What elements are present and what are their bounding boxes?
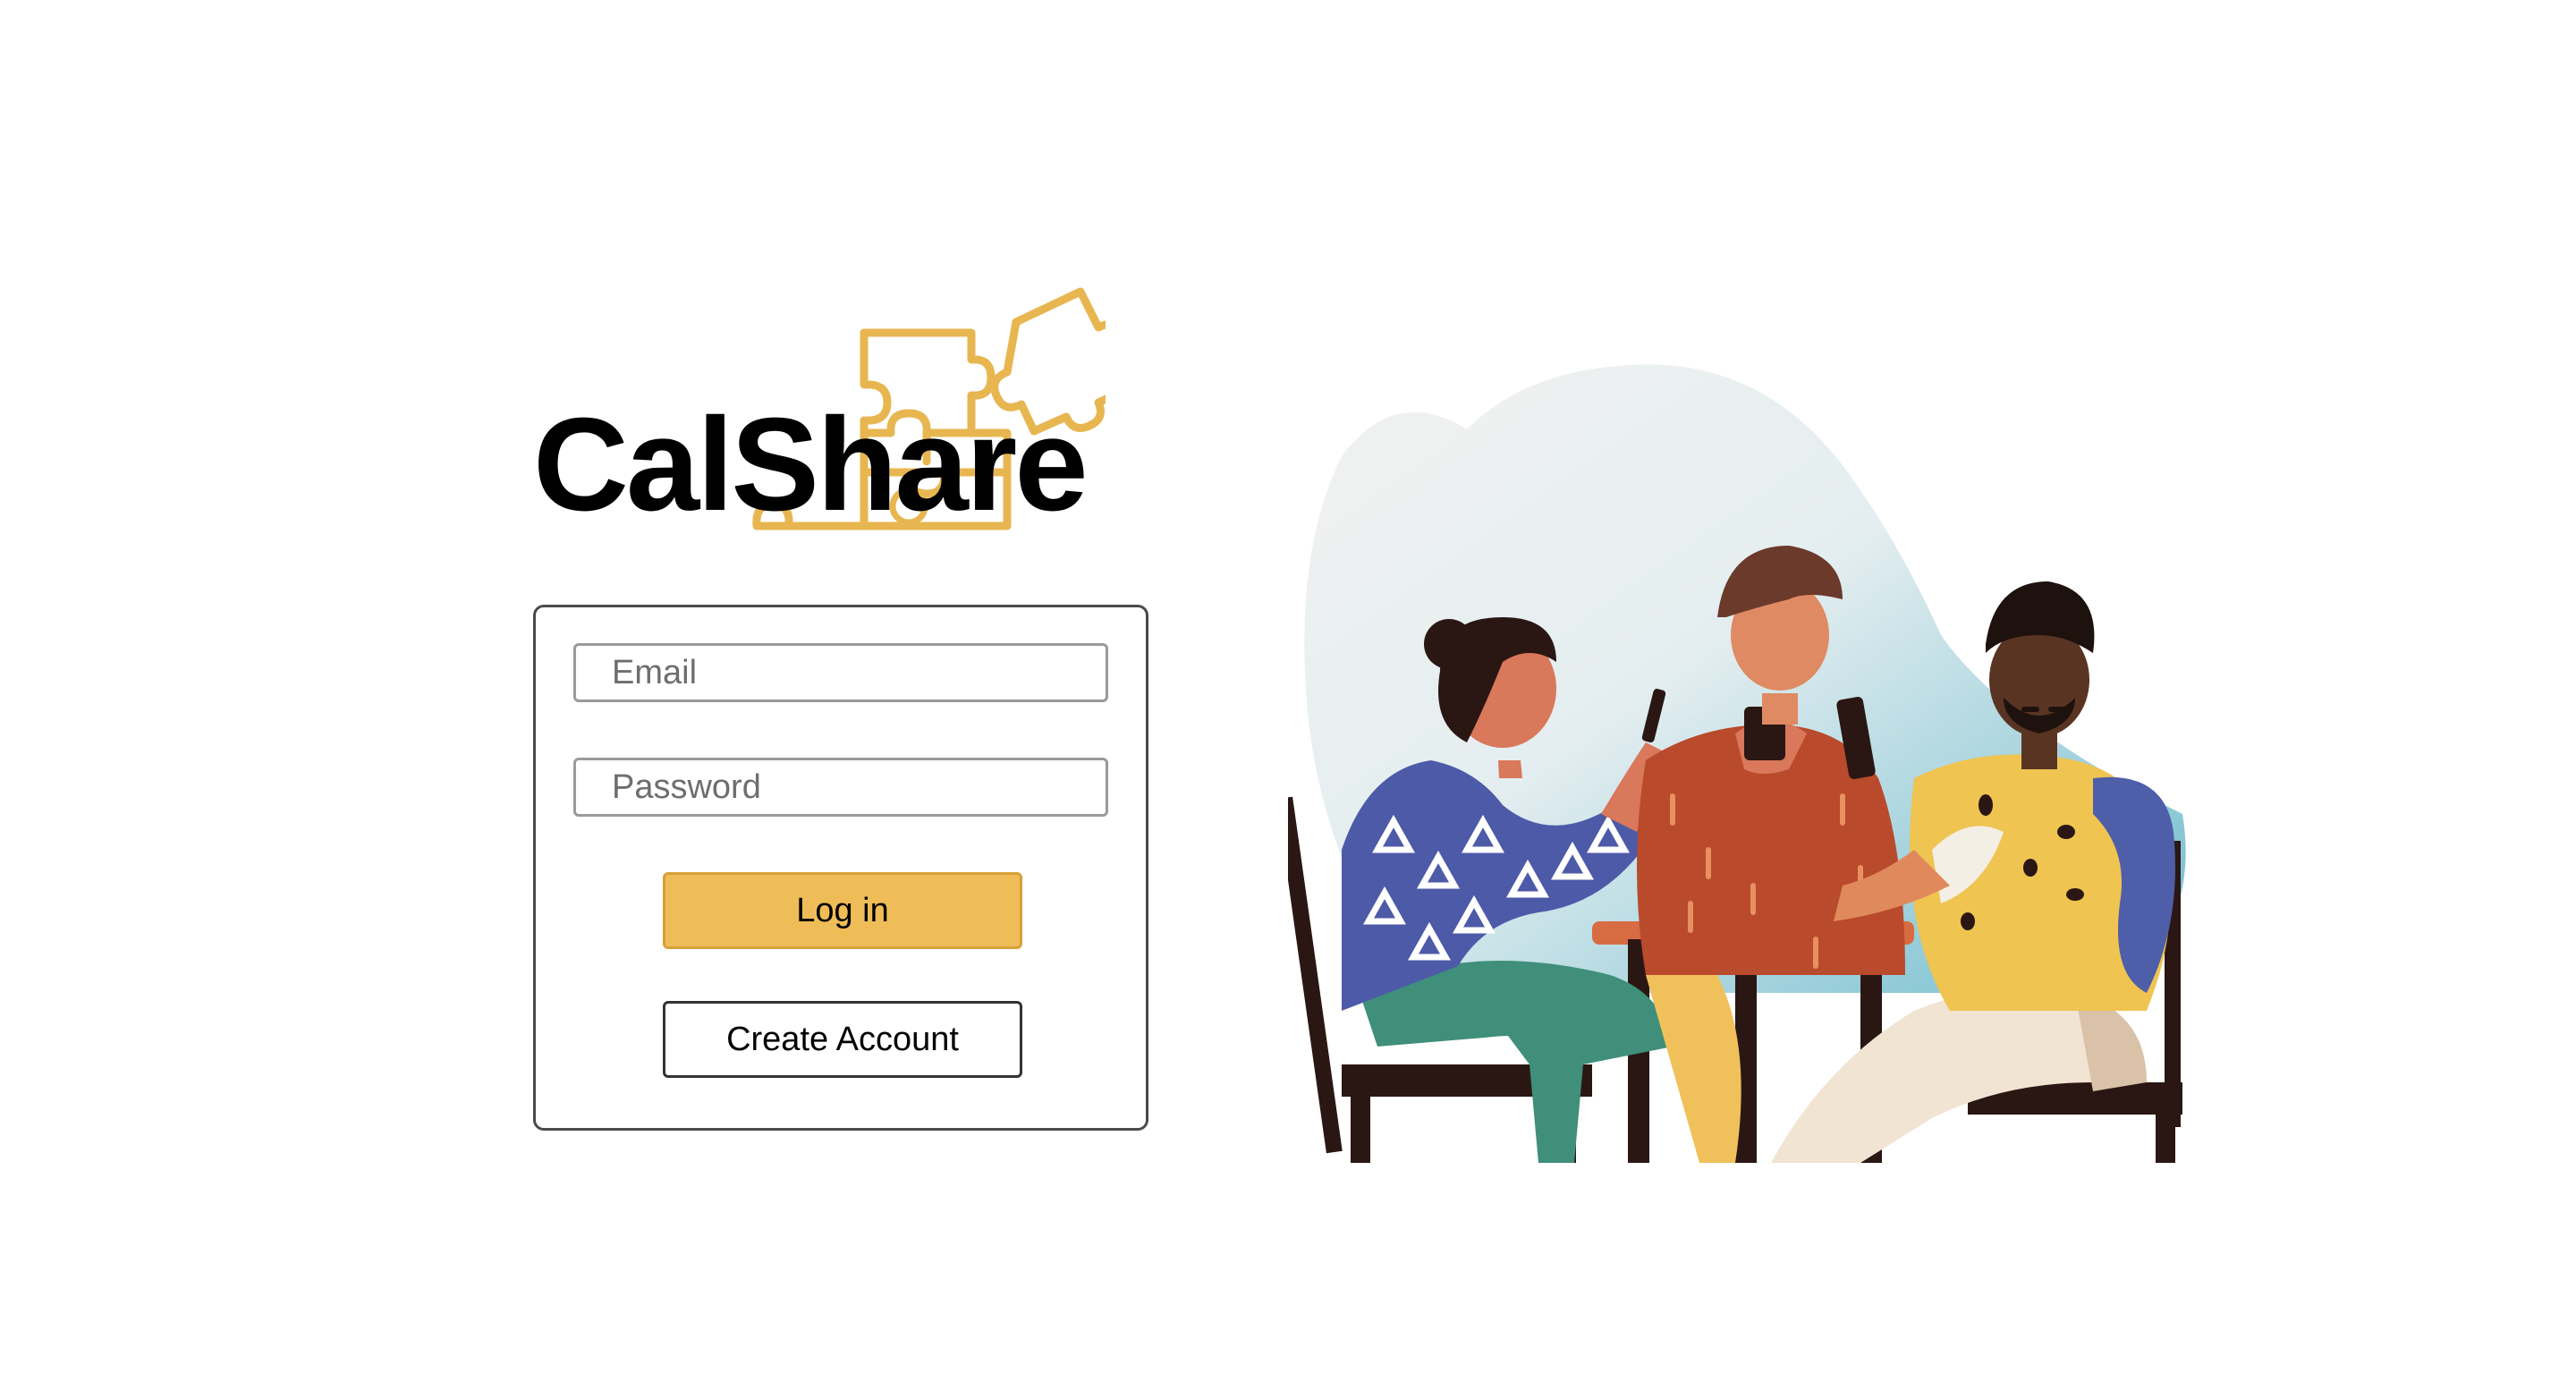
email-field[interactable] bbox=[573, 643, 1108, 702]
login-page: CalShare Log in Create Account bbox=[0, 0, 2576, 1399]
create-account-button[interactable]: Create Account bbox=[663, 1001, 1022, 1078]
login-form: Log in Create Account bbox=[533, 605, 1148, 1131]
create-account-button-label: Create Account bbox=[726, 1020, 959, 1058]
calshare-logo: CalShare bbox=[533, 283, 1106, 542]
login-button-label: Log in bbox=[796, 891, 889, 929]
people-at-cafe-illustration bbox=[1288, 349, 2218, 1163]
login-button[interactable]: Log in bbox=[663, 872, 1022, 949]
app-title: CalShare bbox=[533, 391, 1089, 538]
password-field[interactable] bbox=[573, 758, 1108, 817]
